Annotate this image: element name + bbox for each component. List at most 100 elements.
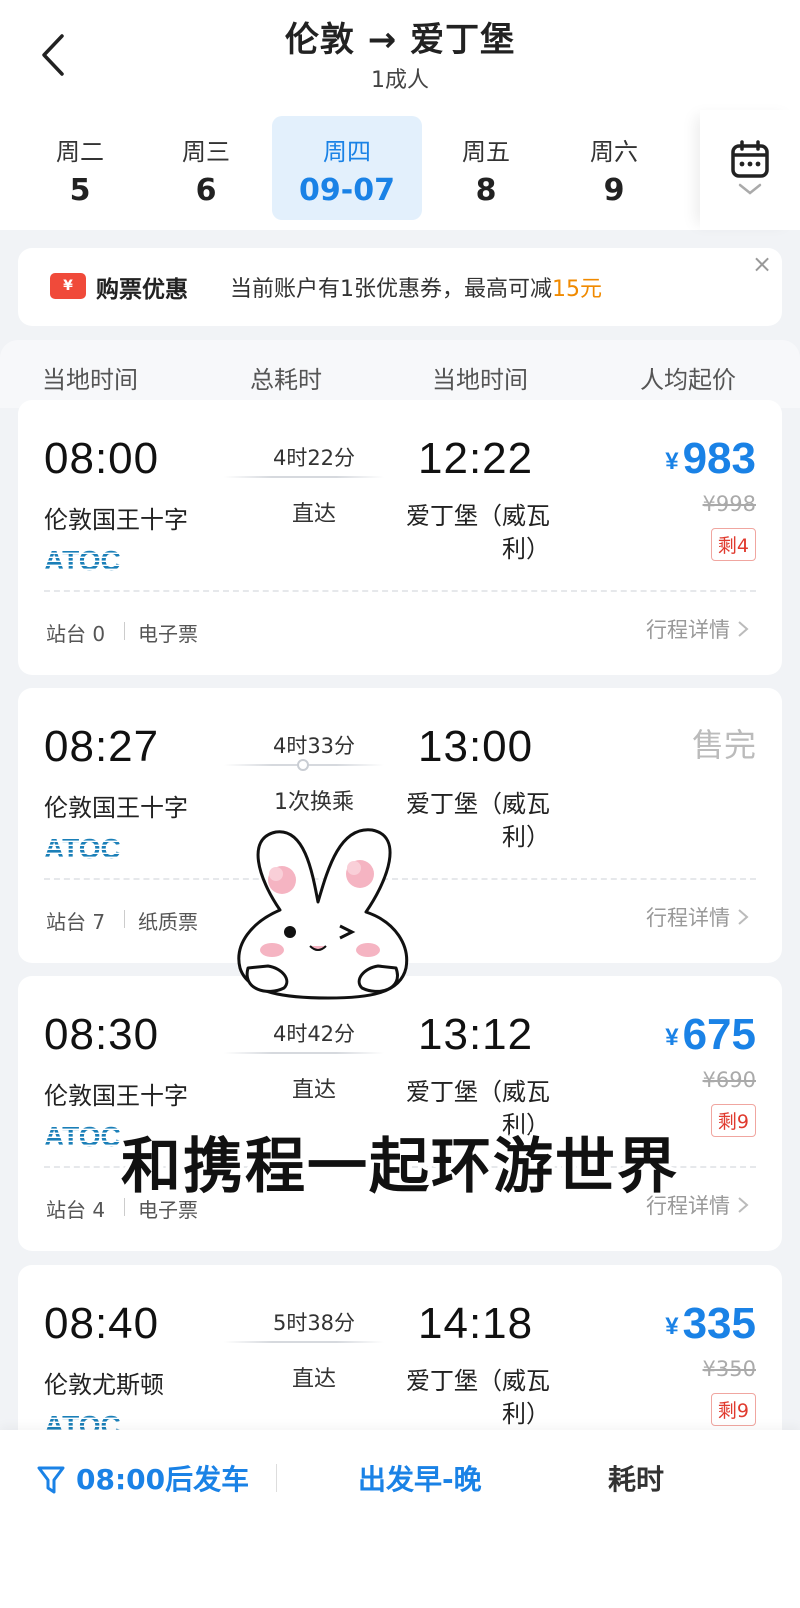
promo-title: 购票优惠 — [96, 277, 188, 303]
separator — [124, 622, 125, 640]
calendar-button[interactable] — [700, 110, 800, 230]
duration: 4时33分 — [272, 734, 356, 758]
sort-duration-button[interactable]: 耗时 — [608, 1458, 664, 1498]
promo-amount: 15元 — [552, 277, 602, 302]
date-day: 5 — [69, 173, 91, 208]
platform: 站台 7 — [46, 910, 106, 934]
ticket-type: 电子票 — [138, 622, 198, 646]
atoc-logo: ATOC — [44, 546, 121, 574]
duration: 5时38分 — [272, 1311, 356, 1335]
date-weekday: 周三 — [182, 138, 230, 166]
departure-time: 08:40 — [44, 1299, 160, 1348]
departure-station: 伦敦国王十字 — [44, 506, 188, 534]
atoc-logo: ATOC — [44, 834, 121, 862]
calendar-icon — [731, 140, 769, 178]
operator-name: ATOC — [44, 834, 121, 862]
date-day: 6 — [195, 173, 217, 208]
date-weekday: 周六 — [590, 138, 638, 166]
departure-station: 伦敦国王十字 — [44, 1082, 188, 1110]
trip-details-link[interactable]: 行程详情 — [646, 614, 752, 644]
duration-line — [224, 1341, 384, 1343]
col-dep-time: 当地时间 — [42, 366, 138, 394]
trip-details-label: 行程详情 — [646, 906, 730, 930]
currency-symbol: ¥ — [665, 1024, 679, 1051]
seats-remaining-badge: 剩4 — [710, 528, 756, 561]
original-price: ¥998 — [702, 492, 756, 516]
price-value: 675 — [682, 1010, 756, 1059]
arrival-station: 爱丁堡（威瓦利） — [406, 1367, 550, 1428]
duration-line — [224, 476, 384, 478]
date-tab-selected[interactable]: 周四 09-07 — [272, 116, 422, 220]
date-selector: 周二 5 周三 6 周四 09-07 周五 8 周六 9 — [0, 110, 800, 230]
coupon-icon: ¥ — [50, 273, 86, 299]
operator-name: ATOC — [44, 546, 121, 574]
departure-time: 08:30 — [44, 1010, 160, 1059]
date-day: 8 — [475, 173, 497, 208]
col-duration: 总耗时 — [250, 366, 322, 394]
promo-banner[interactable]: ¥ 购票优惠 当前账户有1张优惠券，最高可减15元 × — [18, 248, 782, 326]
date-weekday: 周五 — [462, 138, 510, 166]
date-weekday: 周四 — [323, 138, 371, 166]
col-arr-time: 当地时间 — [432, 366, 528, 394]
duration-line — [224, 1052, 384, 1054]
original-price: ¥350 — [702, 1357, 756, 1381]
sold-out-label: 售完 — [691, 726, 756, 764]
transfer-dot — [297, 759, 309, 771]
date-tab[interactable]: 周三 6 — [142, 116, 270, 220]
top-header: 伦敦 → 爱丁堡 1成人 — [0, 0, 800, 110]
route-title: 伦敦 → 爱丁堡 — [284, 20, 516, 60]
service-type: 直达 — [291, 1078, 336, 1103]
currency-symbol: ¥ — [665, 1313, 679, 1340]
service-type: 1次换乘 — [274, 790, 354, 815]
trip-details-link[interactable]: 行程详情 — [646, 902, 752, 932]
service-type: 直达 — [291, 1367, 336, 1392]
price: ¥335 — [665, 1299, 756, 1349]
bottom-filter-bar: 08:00后发车 出发早-晚 耗时 — [0, 1430, 800, 1608]
sort-departure-button[interactable]: 出发早-晚 — [358, 1458, 482, 1498]
duration: 4时42分 — [272, 1022, 356, 1046]
original-price: ¥690 — [702, 1068, 756, 1092]
arrival-time: 13:12 — [418, 1010, 534, 1059]
departure-filter-button[interactable]: 08:00后发车 — [76, 1458, 249, 1498]
filter-icon[interactable] — [36, 1464, 66, 1496]
chevron-right-icon — [738, 909, 749, 925]
price: ¥983 — [665, 434, 756, 484]
trip-details-label: 行程详情 — [646, 618, 730, 642]
date-tab[interactable]: 周二 5 — [16, 116, 144, 220]
column-headers: 当地时间 总耗时 当地时间 人均起价 — [0, 340, 800, 408]
train-card[interactable]: 08:30 4时42分 直达 13:12 伦敦国王十字 爱丁堡（威瓦利） ATO… — [18, 976, 782, 1251]
close-icon[interactable]: × — [750, 252, 774, 276]
date-day: 9 — [603, 173, 625, 208]
arrival-time: 12:22 — [418, 434, 534, 483]
bunny-sticker — [237, 828, 409, 1000]
price-value: 983 — [682, 434, 756, 483]
duration: 4时22分 — [272, 446, 356, 470]
date-tab[interactable]: 周六 9 — [550, 116, 678, 220]
seats-remaining-badge: 剩9 — [710, 1393, 756, 1426]
train-card[interactable]: 08:00 4时22分 直达 12:22 伦敦国王十字 爱丁堡（威瓦利） ATO… — [18, 400, 782, 675]
chevron-right-icon — [738, 621, 749, 637]
arrival-time: 14:18 — [418, 1299, 534, 1348]
arrival-station: 爱丁堡（威瓦利） — [406, 502, 550, 563]
date-tab[interactable]: 周五 8 — [422, 116, 550, 220]
chevron-down-icon — [738, 183, 762, 195]
platform: 站台 0 — [46, 622, 106, 646]
dashed-divider — [44, 590, 756, 592]
promo-text: 当前账户有1张优惠券，最高可减15元 — [230, 271, 602, 303]
price: ¥675 — [665, 1010, 756, 1060]
passenger-count: 1成人 — [371, 68, 429, 93]
date-weekday: 周二 — [56, 138, 104, 166]
col-price: 人均起价 — [640, 366, 736, 394]
separator — [276, 1464, 277, 1492]
departure-time: 08:00 — [44, 434, 160, 483]
ticket-type: 纸质票 — [138, 910, 198, 934]
arrival-time: 13:00 — [418, 722, 534, 771]
separator — [124, 910, 125, 928]
promo-description: 当前账户有1张优惠券，最高可减 — [230, 277, 552, 302]
date-day: 09-07 — [299, 173, 395, 208]
service-type: 直达 — [291, 502, 336, 527]
departure-time: 08:27 — [44, 722, 160, 771]
departure-station: 伦敦国王十字 — [44, 794, 188, 822]
price-value: 335 — [682, 1299, 756, 1348]
currency-symbol: ¥ — [665, 448, 679, 475]
